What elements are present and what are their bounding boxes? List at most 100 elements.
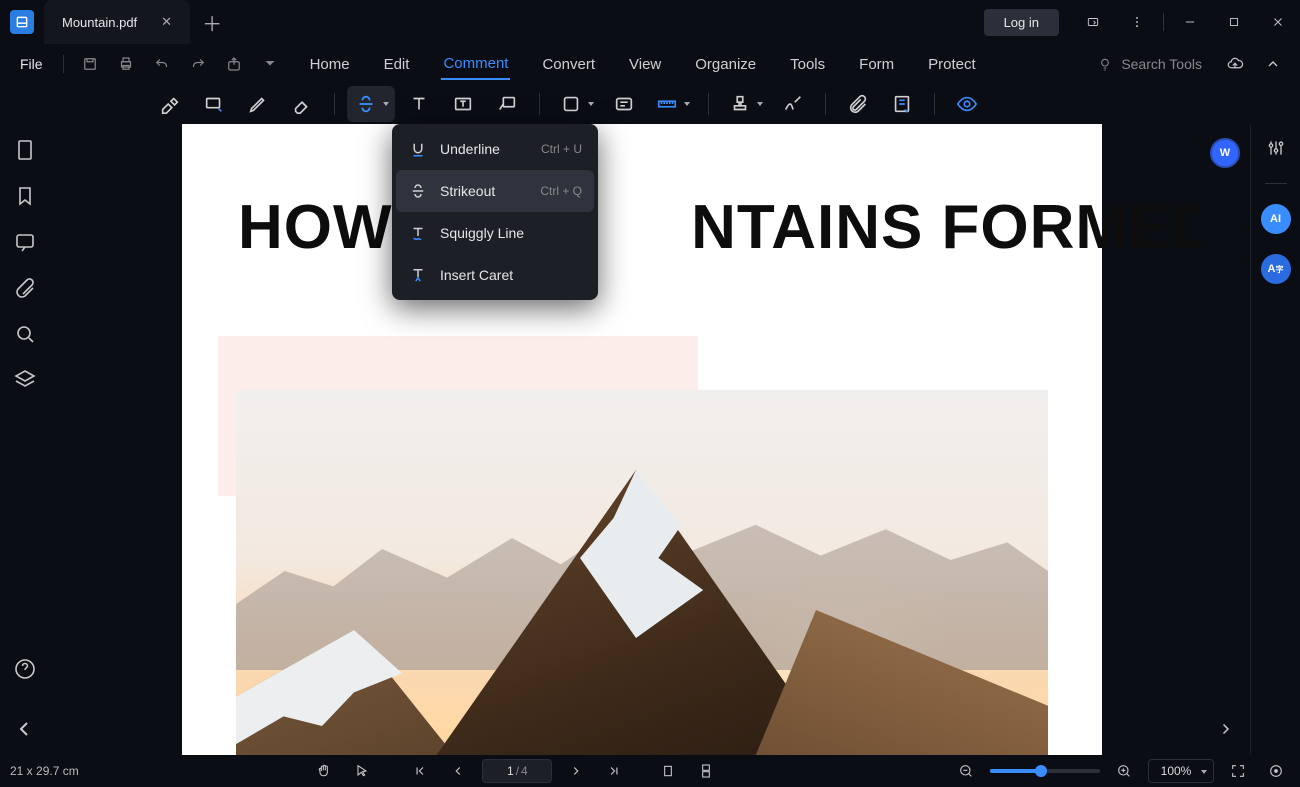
comments-panel-icon[interactable] bbox=[13, 230, 37, 254]
quick-dropdown-icon[interactable] bbox=[254, 48, 286, 80]
dropdown-item-caret[interactable]: Insert Caret bbox=[396, 254, 594, 296]
zoom-out-icon[interactable] bbox=[952, 757, 980, 785]
word-badge-icon[interactable]: W bbox=[1210, 138, 1240, 168]
translate-badge-icon[interactable]: A字 bbox=[1261, 254, 1291, 284]
document-heading: HOW A NTAINS FORMED? bbox=[238, 192, 1102, 263]
dropdown-label: Insert Caret bbox=[440, 267, 513, 283]
squiggly-icon bbox=[408, 223, 428, 243]
tab-protect[interactable]: Protect bbox=[926, 50, 978, 79]
file-menu[interactable]: File bbox=[10, 52, 53, 76]
document-viewport[interactable]: HOW A NTAINS FORMED? bbox=[50, 124, 1200, 755]
window-panel-icon[interactable] bbox=[1071, 0, 1115, 44]
undo-icon[interactable] bbox=[146, 48, 178, 80]
expand-right-icon[interactable] bbox=[1209, 713, 1241, 745]
ai-badge-icon[interactable]: AI bbox=[1261, 204, 1291, 234]
dropdown-shortcut: Ctrl + U bbox=[541, 142, 582, 156]
more-icon[interactable] bbox=[1115, 0, 1159, 44]
login-button[interactable]: Log in bbox=[984, 9, 1059, 36]
close-window-button[interactable] bbox=[1256, 0, 1300, 44]
cloud-upload-icon[interactable] bbox=[1218, 47, 1252, 81]
main-tabs: Home Edit Comment Convert View Organize … bbox=[308, 49, 978, 80]
caret-icon bbox=[408, 265, 428, 285]
document-tab[interactable]: Mountain.pdf ✕ bbox=[44, 0, 190, 44]
print-icon[interactable] bbox=[110, 48, 142, 80]
comment-toolbar bbox=[0, 84, 1300, 124]
page-dimensions: 21 x 29.7 cm bbox=[10, 764, 79, 778]
zoom-slider[interactable] bbox=[990, 769, 1100, 773]
app-logo-icon bbox=[10, 10, 34, 34]
stamp-icon[interactable] bbox=[721, 86, 769, 122]
fit-page-icon[interactable] bbox=[1262, 757, 1290, 785]
notes-panel-icon[interactable] bbox=[882, 86, 922, 122]
select-tool-icon[interactable] bbox=[348, 757, 376, 785]
tab-organize[interactable]: Organize bbox=[693, 50, 758, 79]
help-icon[interactable] bbox=[13, 657, 37, 681]
tab-title: Mountain.pdf bbox=[62, 15, 137, 30]
tab-tools[interactable]: Tools bbox=[788, 50, 827, 79]
fullscreen-icon[interactable] bbox=[1224, 757, 1252, 785]
next-page-icon[interactable] bbox=[562, 757, 590, 785]
search-tools-placeholder: Search Tools bbox=[1121, 56, 1202, 72]
menubar: File Home Edit Comment Convert View Orga… bbox=[0, 44, 1300, 84]
zoom-select[interactable]: 100% bbox=[1148, 759, 1214, 783]
body: HOW A NTAINS FORMED? W AI A字 bbox=[0, 124, 1300, 755]
measure-icon[interactable] bbox=[648, 86, 696, 122]
redo-icon[interactable] bbox=[182, 48, 214, 80]
minimize-button[interactable] bbox=[1168, 0, 1212, 44]
single-page-icon[interactable] bbox=[654, 757, 682, 785]
callout-icon[interactable] bbox=[487, 86, 527, 122]
attachment-icon[interactable] bbox=[838, 86, 878, 122]
bulb-icon bbox=[1097, 56, 1113, 72]
dropdown-item-squiggly[interactable]: Squiggly Line bbox=[396, 212, 594, 254]
search-tools-input[interactable]: Search Tools bbox=[1097, 56, 1202, 72]
dropdown-item-underline[interactable]: Underline Ctrl + U bbox=[396, 128, 594, 170]
dropdown-label: Strikeout bbox=[440, 183, 495, 199]
tab-edit[interactable]: Edit bbox=[382, 50, 412, 79]
left-sidebar bbox=[0, 124, 50, 755]
tab-convert[interactable]: Convert bbox=[540, 50, 597, 79]
page: HOW A NTAINS FORMED? bbox=[182, 124, 1102, 755]
layers-icon[interactable] bbox=[13, 368, 37, 392]
maximize-button[interactable] bbox=[1212, 0, 1256, 44]
sticky-note-icon[interactable] bbox=[604, 86, 644, 122]
dropdown-item-strikeout[interactable]: Strikeout Ctrl + Q bbox=[396, 170, 594, 212]
pencil-icon[interactable] bbox=[238, 86, 278, 122]
attachments-panel-icon[interactable] bbox=[13, 276, 37, 300]
bookmarks-icon[interactable] bbox=[13, 184, 37, 208]
last-page-icon[interactable] bbox=[600, 757, 628, 785]
right-sidebar: AI A字 bbox=[1250, 124, 1300, 755]
hand-tool-icon[interactable] bbox=[310, 757, 338, 785]
search-panel-icon[interactable] bbox=[13, 322, 37, 346]
area-highlight-icon[interactable] bbox=[194, 86, 234, 122]
strikeout-dropdown: Underline Ctrl + U Strikeout Ctrl + Q Sq… bbox=[392, 124, 598, 300]
tab-form[interactable]: Form bbox=[857, 50, 896, 79]
properties-icon[interactable] bbox=[1266, 138, 1286, 163]
eraser-icon[interactable] bbox=[282, 86, 322, 122]
close-tab-icon[interactable]: ✕ bbox=[161, 14, 172, 30]
shapes-icon[interactable] bbox=[552, 86, 600, 122]
continuous-page-icon[interactable] bbox=[692, 757, 720, 785]
chevron-up-icon[interactable] bbox=[1256, 47, 1290, 81]
strikeout-tool-button[interactable] bbox=[347, 86, 395, 122]
zoom-in-icon[interactable] bbox=[1110, 757, 1138, 785]
page-number-input[interactable]: 1 / 4 bbox=[482, 759, 552, 783]
thumbnails-icon[interactable] bbox=[13, 138, 37, 162]
highlighter-icon[interactable] bbox=[150, 86, 190, 122]
text-icon[interactable] bbox=[399, 86, 439, 122]
tab-view[interactable]: View bbox=[627, 50, 663, 79]
tab-comment[interactable]: Comment bbox=[441, 49, 510, 80]
share-icon[interactable] bbox=[218, 48, 250, 80]
tab-home[interactable]: Home bbox=[308, 50, 352, 79]
new-tab-button[interactable]: ＋ bbox=[190, 0, 234, 44]
prev-page-icon[interactable] bbox=[444, 757, 472, 785]
save-icon[interactable] bbox=[74, 48, 106, 80]
textbox-icon[interactable] bbox=[443, 86, 483, 122]
titlebar: Mountain.pdf ✕ ＋ Log in bbox=[0, 0, 1300, 44]
statusbar: 21 x 29.7 cm 1 / 4 100% bbox=[0, 755, 1300, 787]
hide-annotations-icon[interactable] bbox=[947, 86, 987, 122]
collapse-left-icon[interactable] bbox=[13, 717, 37, 741]
underline-icon bbox=[408, 139, 428, 159]
signature-icon[interactable] bbox=[773, 86, 813, 122]
first-page-icon[interactable] bbox=[406, 757, 434, 785]
dropdown-label: Squiggly Line bbox=[440, 225, 524, 241]
